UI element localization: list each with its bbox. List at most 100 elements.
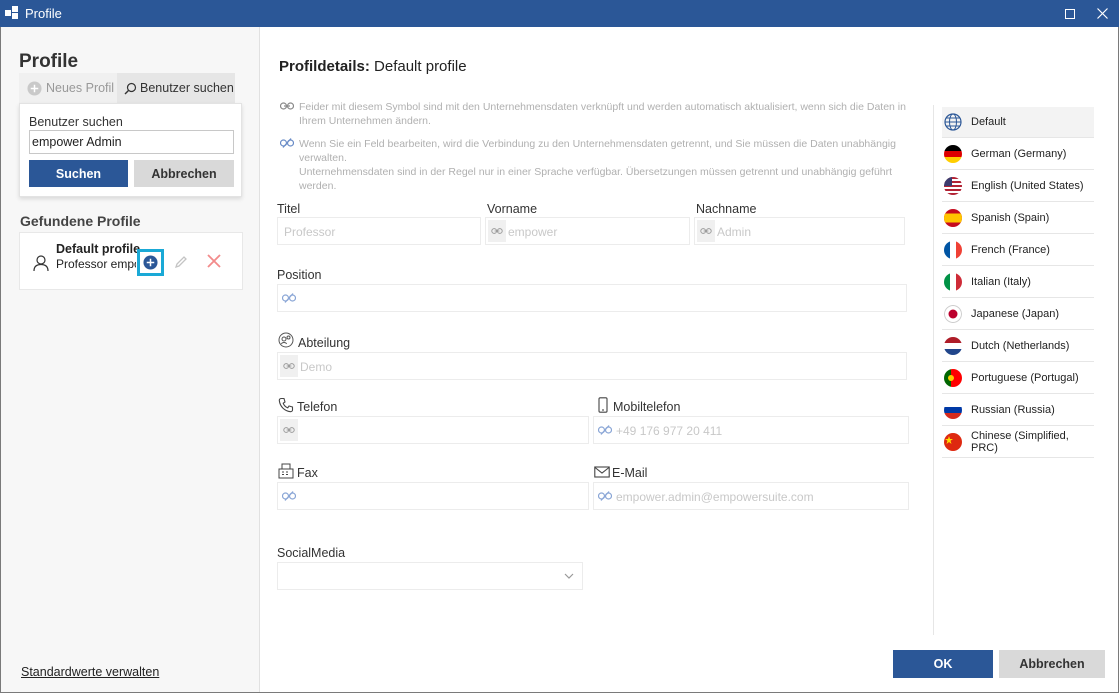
abteilung-value: Demo xyxy=(300,360,333,374)
link-icon xyxy=(700,228,712,234)
profile-result-card[interactable]: Default profile Professor empower Admin xyxy=(19,232,243,290)
telefon-field[interactable] xyxy=(277,416,589,444)
nachname-field[interactable]: Admin xyxy=(694,217,905,245)
info-broken: Wenn Sie ein Feld bearbeiten, wird die V… xyxy=(280,137,920,193)
search-cancel-button[interactable]: Abbrechen xyxy=(134,160,234,187)
tab-search-user[interactable]: Benutzer suchen xyxy=(117,73,235,103)
language-label: English (United States) xyxy=(971,180,1084,192)
language-item-russian[interactable]: Russian (Russia) xyxy=(942,395,1094,426)
vorname-field[interactable]: empower xyxy=(485,217,690,245)
language-label: German (Germany) xyxy=(971,148,1067,160)
search-input[interactable]: empower Admin xyxy=(29,130,234,154)
position-field[interactable] xyxy=(277,284,907,312)
nachname-link-indicator xyxy=(697,220,715,242)
link-icon xyxy=(283,363,295,369)
page-title: Profildetails: Default profile xyxy=(279,58,467,75)
close-icon xyxy=(1096,8,1108,19)
flag-fr-icon xyxy=(944,241,962,259)
maximize-button[interactable] xyxy=(1054,0,1086,27)
tab-new-profile-label: Neues Profil xyxy=(46,81,115,95)
chevron-down-icon xyxy=(564,573,574,579)
title-bar: Profile xyxy=(0,0,1119,27)
nachname-label: Nachname xyxy=(696,202,757,216)
plus-circle-icon xyxy=(27,80,42,96)
mobile-phone-icon xyxy=(598,397,608,413)
socialmedia-label: SocialMedia xyxy=(277,546,346,560)
flag-pt-icon xyxy=(944,369,962,387)
app-icon xyxy=(5,6,18,19)
fax-icon xyxy=(278,463,294,479)
language-label: French (France) xyxy=(971,244,1050,256)
fax-label: Fax xyxy=(297,466,318,480)
language-item-german[interactable]: German (Germany) xyxy=(942,139,1094,170)
broken-link-icon xyxy=(598,491,612,501)
language-item-chinese[interactable]: Chinese (Simplified, PRC) xyxy=(942,427,1094,458)
abteilung-field[interactable]: Demo xyxy=(277,352,907,380)
phone-icon xyxy=(278,397,294,413)
socialmedia-select[interactable] xyxy=(277,562,583,590)
add-profile-button[interactable] xyxy=(137,249,164,276)
mobil-label: Mobiltelefon xyxy=(613,400,681,414)
delete-icon[interactable] xyxy=(206,253,222,269)
search-icon xyxy=(124,82,137,94)
main-panel: Profildetails: Default profile Feider mi… xyxy=(261,27,1118,692)
maximize-icon xyxy=(1065,8,1075,19)
vorname-label: Vorname xyxy=(487,202,538,216)
left-panel: Profile Neues Profil Benutzer suchen Ben… xyxy=(1,27,260,692)
link-icon xyxy=(491,228,503,234)
language-label: Portuguese (Portugal) xyxy=(971,372,1079,384)
flag-jp-icon xyxy=(944,305,962,323)
tab-new-profile[interactable]: Neues Profil xyxy=(19,73,117,103)
telefon-label: Telefon xyxy=(297,400,338,414)
language-label: Default xyxy=(971,116,1006,128)
user-icon xyxy=(33,255,49,272)
result-subtitle: Professor empower Admin xyxy=(56,257,136,271)
mobil-field[interactable]: +49 176 977 20 411 xyxy=(593,416,909,444)
titel-label: Titel xyxy=(277,202,301,216)
email-field[interactable]: empower.admin@empowersuite.com xyxy=(593,482,909,510)
profile-tabs: Neues Profil Benutzer suchen xyxy=(19,73,235,103)
vorname-link-indicator xyxy=(488,220,506,242)
department-icon xyxy=(278,332,294,348)
search-button[interactable]: Suchen xyxy=(29,160,128,187)
globe-icon xyxy=(944,113,962,131)
language-label: Russian (Russia) xyxy=(971,404,1055,416)
tab-search-user-label: Benutzer suchen xyxy=(140,81,234,95)
flag-cn-icon xyxy=(944,433,962,451)
position-label: Position xyxy=(277,268,322,282)
broken-link-icon xyxy=(282,491,296,501)
language-label: Dutch (Netherlands) xyxy=(971,340,1070,352)
titel-field[interactable]: Professor xyxy=(277,217,481,245)
language-item-french[interactable]: French (France) xyxy=(942,235,1094,266)
close-button[interactable] xyxy=(1086,0,1118,27)
info-broken-text-2: Unternehmensdaten sind in der Regel nur … xyxy=(299,166,893,192)
mail-icon xyxy=(594,466,610,478)
language-item-english[interactable]: English (United States) xyxy=(942,171,1094,202)
flag-it-icon xyxy=(944,273,962,291)
broken-link-icon xyxy=(280,138,294,148)
search-panel: Benutzer suchen empower Admin Suchen Abb… xyxy=(19,103,242,197)
language-item-portuguese[interactable]: Portuguese (Portugal) xyxy=(942,363,1094,394)
telefon-link-indicator xyxy=(280,419,298,441)
flag-nl-icon xyxy=(944,337,962,355)
vorname-value: empower xyxy=(508,225,558,239)
language-item-italian[interactable]: Italian (Italy) xyxy=(942,267,1094,298)
edit-icon[interactable] xyxy=(174,255,188,269)
fax-field[interactable] xyxy=(277,482,589,510)
cancel-button[interactable]: Abbrechen xyxy=(999,650,1105,678)
language-item-japanese[interactable]: Japanese (Japan) xyxy=(942,299,1094,330)
result-name: Default profile xyxy=(56,242,141,256)
abteilung-label: Abteilung xyxy=(298,336,351,350)
broken-link-icon xyxy=(598,425,612,435)
language-item-spanish[interactable]: Spanish (Spain) xyxy=(942,203,1094,234)
titel-value: Professor xyxy=(284,225,336,239)
flag-de-icon xyxy=(944,145,962,163)
language-list: Default German (Germany) English (United… xyxy=(933,105,1103,635)
language-item-default[interactable]: Default xyxy=(942,107,1094,138)
language-item-dutch[interactable]: Dutch (Netherlands) xyxy=(942,331,1094,362)
mobil-value: +49 176 977 20 411 xyxy=(616,424,723,438)
ok-button[interactable]: OK xyxy=(893,650,993,678)
email-value: empower.admin@empowersuite.com xyxy=(616,490,814,504)
manage-defaults-link[interactable]: Standardwerte verwalten xyxy=(21,665,159,679)
link-icon xyxy=(280,102,294,110)
